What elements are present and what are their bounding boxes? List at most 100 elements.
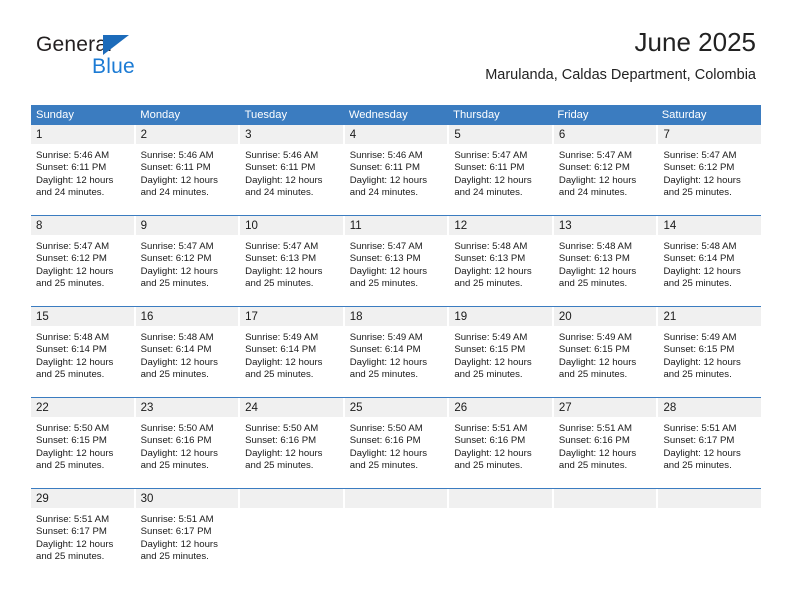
day-number: 24 [245,402,258,414]
sunrise-text: Sunrise: 5:48 AM [36,332,110,343]
day-details: Sunrise: 5:51 AM Sunset: 6:16 PM Dayligh… [449,417,552,473]
day-cell[interactable]: 13 Sunrise: 5:48 AM Sunset: 6:13 PM Dayl… [553,216,659,299]
day-number-band: 10 [240,216,343,235]
day-cell[interactable]: 30 Sunrise: 5:51 AM Sunset: 6:17 PM Dayl… [135,489,241,572]
day-number: 22 [36,402,49,414]
day-cell[interactable]: 1 Sunrise: 5:46 AM Sunset: 6:11 PM Dayli… [31,125,136,208]
sunset-text: Sunset: 6:13 PM [558,253,630,265]
day-details: Sunrise: 5:48 AM Sunset: 6:14 PM Dayligh… [658,235,761,291]
sunrise-text: Sunrise: 5:50 AM [36,423,110,434]
weekday-header-row: Sunday Monday Tuesday Wednesday Thursday… [31,105,761,125]
day-number: 10 [245,220,258,232]
daylight-text-line2: and 25 minutes. [349,369,419,381]
day-details: Sunrise: 5:50 AM Sunset: 6:15 PM Dayligh… [31,417,134,473]
daylight-text-line2: and 25 minutes. [36,460,105,472]
day-cell[interactable]: 9 Sunrise: 5:47 AM Sunset: 6:12 PM Dayli… [135,216,241,299]
day-cell[interactable]: 17 Sunrise: 5:49 AM Sunset: 6:14 PM Dayl… [240,307,345,390]
sunrise-text: Sunrise: 5:48 AM [454,241,528,252]
day-number-band: 14 [658,216,762,235]
day-details: Sunrise: 5:50 AM Sunset: 6:16 PM Dayligh… [240,417,343,473]
day-cell[interactable]: 18 Sunrise: 5:49 AM Sunset: 6:14 PM Dayl… [344,307,450,390]
day-number-band: 15 [31,307,134,326]
day-number: 8 [36,220,43,232]
day-cell[interactable]: 29 Sunrise: 5:51 AM Sunset: 6:17 PM Dayl… [31,489,136,572]
day-cell[interactable]: 27 Sunrise: 5:51 AM Sunset: 6:16 PM Dayl… [553,398,659,481]
day-details: Sunrise: 5:48 AM Sunset: 6:13 PM Dayligh… [449,235,552,291]
day-cell[interactable]: 14 Sunrise: 5:48 AM Sunset: 6:14 PM Dayl… [658,216,762,299]
day-number-band: 24 [240,398,343,417]
day-cell[interactable]: 16 Sunrise: 5:48 AM Sunset: 6:14 PM Dayl… [135,307,241,390]
daylight-text-line1: Daylight: 12 hours [245,447,323,459]
daylight-text-line1: Daylight: 12 hours [36,265,114,277]
day-details: Sunrise: 5:47 AM Sunset: 6:12 PM Dayligh… [658,144,761,200]
daylight-text-line2: and 25 minutes. [140,460,209,472]
day-number-band: 23 [135,398,239,417]
day-cell[interactable]: 24 Sunrise: 5:50 AM Sunset: 6:16 PM Dayl… [240,398,345,481]
sunset-text: Sunset: 6:14 PM [36,344,107,356]
sunrise-text: Sunrise: 5:50 AM [245,423,319,434]
daylight-text-line1: Daylight: 12 hours [558,174,637,186]
sunset-text: Sunset: 6:15 PM [663,344,735,356]
day-cell[interactable]: 4 Sunrise: 5:46 AM Sunset: 6:11 PM Dayli… [344,125,450,208]
day-cell[interactable]: 2 Sunrise: 5:46 AM Sunset: 6:11 PM Dayli… [135,125,241,208]
title-block: June 2025 Marulanda, Caldas Department, … [485,27,756,83]
day-cell[interactable]: 22 Sunrise: 5:50 AM Sunset: 6:15 PM Dayl… [31,398,136,481]
day-cell[interactable]: 10 Sunrise: 5:47 AM Sunset: 6:13 PM Dayl… [240,216,345,299]
daylight-text-line1: Daylight: 12 hours [558,447,637,459]
day-cell[interactable]: 23 Sunrise: 5:50 AM Sunset: 6:16 PM Dayl… [135,398,241,481]
day-number-band: 17 [240,307,343,326]
sunset-text: Sunset: 6:12 PM [36,253,107,265]
sunrise-text: Sunrise: 5:49 AM [454,332,528,343]
day-cell[interactable]: 15 Sunrise: 5:48 AM Sunset: 6:14 PM Dayl… [31,307,136,390]
daylight-text-line2: and 25 minutes. [140,278,209,290]
day-cell[interactable]: 12 Sunrise: 5:48 AM Sunset: 6:13 PM Dayl… [449,216,554,299]
day-number: 14 [663,220,677,232]
day-cell[interactable]: 25 Sunrise: 5:50 AM Sunset: 6:16 PM Dayl… [344,398,450,481]
day-cell[interactable]: 3 Sunrise: 5:46 AM Sunset: 6:11 PM Dayli… [240,125,345,208]
day-cell[interactable]: 19 Sunrise: 5:49 AM Sunset: 6:15 PM Dayl… [449,307,554,390]
day-number: 23 [140,402,154,414]
day-cell-empty [240,489,345,572]
sunset-text: Sunset: 6:12 PM [140,253,212,265]
day-details: Sunrise: 5:48 AM Sunset: 6:14 PM Dayligh… [31,326,134,382]
day-cell[interactable]: 20 Sunrise: 5:49 AM Sunset: 6:15 PM Dayl… [553,307,659,390]
sunset-text: Sunset: 6:14 PM [663,253,735,265]
day-details: Sunrise: 5:51 AM Sunset: 6:17 PM Dayligh… [136,508,239,564]
sunset-text: Sunset: 6:13 PM [454,253,526,265]
day-number-band: 3 [240,125,343,144]
day-cell[interactable]: 6 Sunrise: 5:47 AM Sunset: 6:12 PM Dayli… [553,125,659,208]
day-number: 28 [663,402,677,414]
day-details: Sunrise: 5:51 AM Sunset: 6:17 PM Dayligh… [658,417,761,473]
week-row: 15 Sunrise: 5:48 AM Sunset: 6:14 PM Dayl… [31,306,762,390]
day-number-band: 28 [658,398,762,417]
day-cell[interactable]: 7 Sunrise: 5:47 AM Sunset: 6:12 PM Dayli… [658,125,762,208]
general-blue-logo[interactable]: General Blue [36,33,236,83]
sunset-text: Sunset: 6:12 PM [558,162,630,174]
day-cell[interactable]: 26 Sunrise: 5:51 AM Sunset: 6:16 PM Dayl… [449,398,554,481]
day-cell[interactable]: 8 Sunrise: 5:47 AM Sunset: 6:12 PM Dayli… [31,216,136,299]
daylight-text-line2: and 25 minutes. [36,278,105,290]
page-subtitle: Marulanda, Caldas Department, Colombia [485,66,756,83]
day-number-band: 20 [553,307,657,326]
day-number: 3 [245,129,252,141]
day-cell[interactable]: 21 Sunrise: 5:49 AM Sunset: 6:15 PM Dayl… [658,307,762,390]
day-number-band: 25 [344,398,448,417]
day-cell[interactable]: 5 Sunrise: 5:47 AM Sunset: 6:11 PM Dayli… [449,125,554,208]
day-number-band: 16 [135,307,239,326]
daylight-text-line1: Daylight: 12 hours [454,265,532,277]
daylight-text-line2: and 25 minutes. [558,460,628,472]
sunrise-text: Sunrise: 5:47 AM [558,150,632,161]
daylight-text-line2: and 25 minutes. [349,460,419,472]
day-number-band: 1 [31,125,134,144]
daylight-text-line2: and 25 minutes. [454,369,523,381]
sunset-text: Sunset: 6:12 PM [663,162,735,174]
day-number: 9 [140,220,147,232]
sunset-text: Sunset: 6:13 PM [349,253,421,265]
day-cell[interactable]: 11 Sunrise: 5:47 AM Sunset: 6:13 PM Dayl… [344,216,450,299]
day-cell[interactable]: 28 Sunrise: 5:51 AM Sunset: 6:17 PM Dayl… [658,398,762,481]
daylight-text-line2: and 25 minutes. [245,460,314,472]
sunrise-text: Sunrise: 5:50 AM [349,423,423,434]
sunset-text: Sunset: 6:16 PM [558,435,630,447]
sunrise-text: Sunrise: 5:51 AM [36,514,110,525]
day-details: Sunrise: 5:51 AM Sunset: 6:17 PM Dayligh… [31,508,134,564]
